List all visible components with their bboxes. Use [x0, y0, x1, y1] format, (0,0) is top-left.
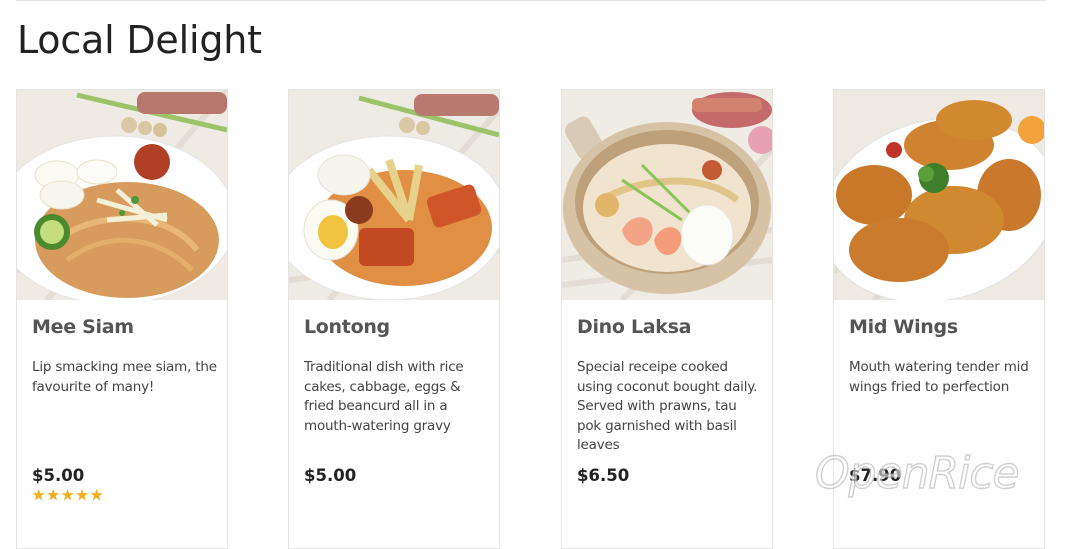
menu-item-description: Special receipe cooked using coconut bou… — [577, 359, 758, 453]
menu-item-price: $6.50 — [577, 466, 630, 485]
menu-item-description: Traditional dish with rice cakes, cabbag… — [304, 359, 464, 434]
menu-item-price: $5.00 — [304, 466, 357, 485]
menu-card-mid-wings[interactable]: Mid Wings Mouth watering tender mid wing… — [833, 89, 1045, 549]
menu-item-name[interactable]: Mee Siam — [32, 316, 134, 338]
chicken-wings-photo[interactable] — [834, 90, 1044, 300]
menu-grid: Mee Siam Lip smacking mee siam, the favo… — [16, 89, 1046, 549]
rating-stars: ★ ★ ★ ★ ★ — [32, 488, 103, 504]
star-icon: ★ — [46, 487, 60, 504]
menu-item-price: $7.90 — [849, 466, 902, 485]
menu-card-mee-siam[interactable]: Mee Siam Lip smacking mee siam, the favo… — [16, 89, 228, 549]
top-divider — [16, 0, 1046, 1]
section-title: Local Delight — [17, 18, 262, 62]
star-icon: ★ — [89, 487, 104, 504]
menu-item-name[interactable]: Dino Laksa — [577, 316, 691, 338]
mee-siam-photo[interactable] — [17, 90, 227, 300]
menu-item-name[interactable]: Mid Wings — [849, 316, 958, 338]
menu-item-price: $5.00 — [32, 466, 85, 485]
menu-item-description: Mouth watering tender mid wings fried to… — [849, 359, 1029, 395]
lontong-photo[interactable] — [289, 90, 499, 300]
laksa-photo[interactable] — [562, 90, 772, 300]
menu-card-dino-laksa[interactable]: Dino Laksa Special receipe cooked using … — [561, 89, 773, 549]
menu-card-lontong[interactable]: Lontong Traditional dish with rice cakes… — [288, 89, 500, 549]
menu-item-name[interactable]: Lontong — [304, 316, 390, 338]
menu-item-description: Lip smacking mee siam, the favourite of … — [32, 359, 217, 395]
star-icon: ★ — [32, 487, 46, 504]
star-icon: ★ — [75, 487, 89, 504]
star-icon: ★ — [60, 487, 75, 504]
